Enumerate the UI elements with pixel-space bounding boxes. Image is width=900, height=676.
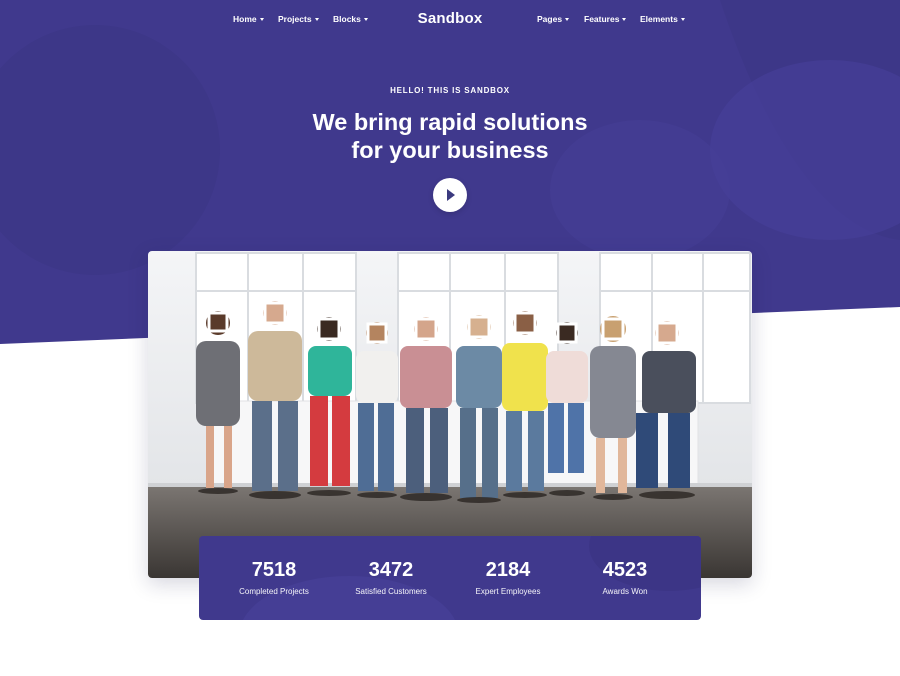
hero-headline-line-1: We bring rapid solutions <box>312 109 588 135</box>
team-photo <box>148 251 752 578</box>
nav-features[interactable]: Features <box>584 14 627 24</box>
stat-satisfied-customers: 3472 Satisfied Customers <box>328 558 454 596</box>
stat-label: Awards Won <box>602 587 648 596</box>
stats-bar: 7518 Completed Projects 3472 Satisfied C… <box>199 536 701 620</box>
team-photo-illustration <box>148 251 752 578</box>
chevron-down-icon <box>622 18 627 21</box>
brand-logo-text[interactable]: Sandbox <box>418 10 483 27</box>
stat-awards-won: 4523 Awards Won <box>562 558 688 596</box>
stat-value: 7518 <box>251 559 297 581</box>
stat-value: 2184 <box>485 559 531 581</box>
nav-pages-label: Pages <box>537 14 563 24</box>
stat-label: Satisfied Customers <box>355 587 427 596</box>
play-icon <box>447 189 455 201</box>
stat-value: 3472 <box>368 559 414 581</box>
nav-elements[interactable]: Elements <box>640 14 685 24</box>
nav-features-label: Features <box>584 14 620 24</box>
top-navigation: Home Projects Blocks Sandbox Pages Featu… <box>0 0 900 40</box>
stat-label: Completed Projects <box>239 587 309 596</box>
stat-completed-projects: 7518 Completed Projects <box>211 558 337 596</box>
hero-eyebrow: HELLO! THIS IS SANDBOX <box>390 86 510 95</box>
hero-headline: We bring rapid solutions for your busine… <box>0 108 900 164</box>
stat-label: Expert Employees <box>475 587 541 596</box>
stat-value: 4523 <box>602 559 648 581</box>
nav-elements-label: Elements <box>640 14 678 24</box>
brand-logo: Sandbox <box>0 10 900 27</box>
play-video-button[interactable] <box>433 178 467 212</box>
chevron-down-icon <box>680 18 685 21</box>
chevron-down-icon <box>565 18 570 21</box>
stat-expert-employees: 2184 Expert Employees <box>445 558 571 596</box>
hero-headline-line-2: for your business <box>351 137 549 163</box>
nav-pages[interactable]: Pages <box>537 14 570 24</box>
